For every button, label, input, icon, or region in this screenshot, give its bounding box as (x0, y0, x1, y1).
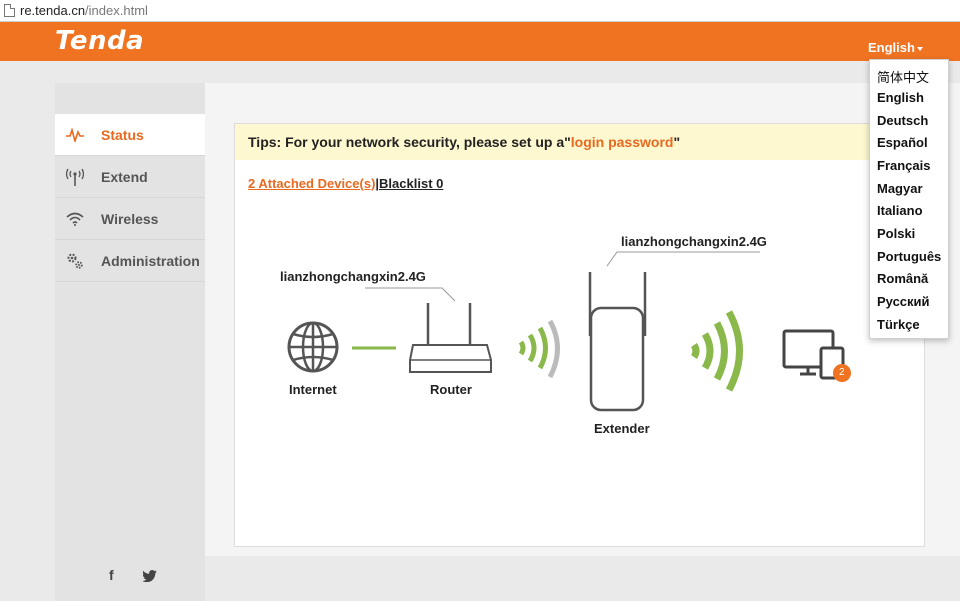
language-option[interactable]: English (877, 90, 924, 105)
router-ssid-label: lianzhongchangxin2.4G (280, 269, 426, 284)
blacklist-link[interactable]: Blacklist 0 (379, 176, 443, 191)
security-tip: Tips: For your network security, please … (235, 124, 926, 160)
login-password-link[interactable]: login password (571, 134, 674, 150)
gears-icon (65, 251, 85, 271)
language-option[interactable]: Türkçe (877, 317, 920, 332)
chevron-down-icon (916, 46, 923, 51)
language-selector[interactable]: English (868, 40, 923, 55)
url-host: re.tenda.cn (20, 3, 86, 18)
attached-devices-link[interactable]: 2 Attached Device(s) (248, 176, 375, 191)
language-option[interactable]: Português (877, 249, 941, 264)
sidebar-item-label: Wireless (101, 210, 159, 227)
language-selector-label: English (868, 40, 915, 55)
antenna-icon (65, 167, 85, 187)
sidebar-item-label: Administration (101, 252, 200, 269)
extender-label: Extender (594, 421, 650, 436)
wifi-icon (65, 209, 85, 229)
tenda-logo[interactable]: Tenda (55, 26, 144, 56)
twitter-icon[interactable] (142, 569, 157, 585)
sidebar-item-wireless[interactable]: Wireless (55, 198, 205, 240)
language-option[interactable]: Français (877, 158, 930, 173)
language-option[interactable]: Русский (877, 294, 930, 309)
top-header: Tenda English (0, 22, 960, 61)
sidebar: Status Extend Wireless Administration f (55, 83, 205, 601)
tip-text-end: " (673, 134, 681, 150)
language-option[interactable]: Italiano (877, 203, 923, 218)
internet-label: Internet (289, 382, 337, 397)
extender-ssid-label: lianzhongchangxin2.4G (621, 234, 767, 249)
address-bar[interactable]: re.tenda.cn/index.html (0, 0, 960, 22)
language-option[interactable]: Deutsch (877, 113, 928, 128)
sidebar-item-label: Extend (101, 168, 148, 185)
pulse-icon (65, 125, 85, 145)
device-summary: 2 Attached Device(s)|Blacklist 0 (248, 176, 443, 191)
tip-text: Tips: For your network security, please … (248, 134, 571, 150)
sidebar-item-extend[interactable]: Extend (55, 156, 205, 198)
language-option[interactable]: Română (877, 271, 928, 286)
sidebar-item-label: Status (101, 126, 144, 143)
facebook-icon[interactable]: f (109, 567, 114, 583)
language-menu: 简体中文 English Deutsch Español Français Ma… (869, 59, 949, 339)
language-option[interactable]: 简体中文 (877, 67, 929, 86)
status-content: Tips: For your network security, please … (234, 123, 926, 547)
sidebar-item-administration[interactable]: Administration (55, 240, 205, 282)
language-option[interactable]: Magyar (877, 181, 923, 196)
router-label: Router (430, 382, 472, 397)
sidebar-item-status[interactable]: Status (55, 114, 205, 156)
language-option[interactable]: Español (877, 135, 928, 150)
language-option[interactable]: Polski (877, 226, 915, 241)
page-icon (4, 4, 15, 17)
url-path: /index.html (85, 3, 148, 18)
device-count: 2 (839, 367, 845, 378)
